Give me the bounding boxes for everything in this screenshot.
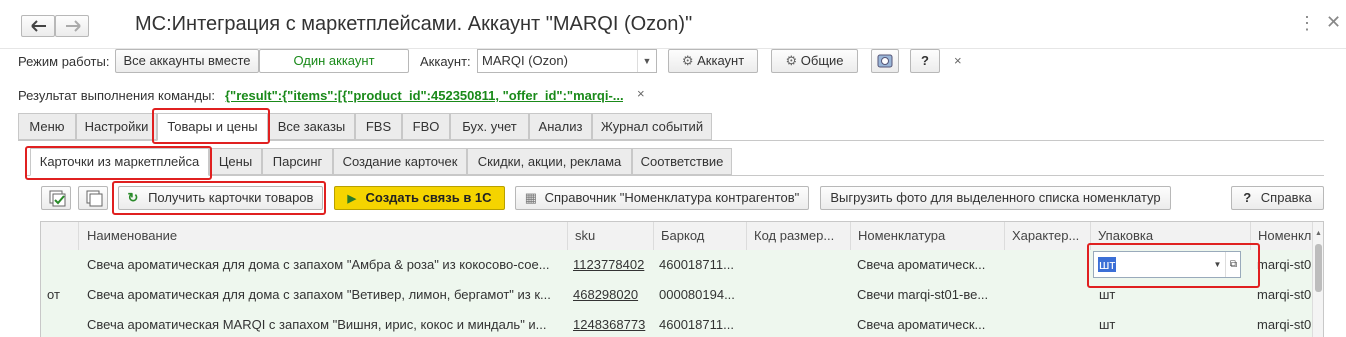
row-name: Свеча ароматическая для дома с запахом "… — [87, 257, 550, 272]
close-mode-icon[interactable]: × — [954, 53, 962, 68]
general-button-label: Общие — [800, 53, 844, 68]
tab-fbs[interactable]: FBS — [355, 113, 402, 140]
window-close-icon[interactable]: ✕ — [1326, 13, 1341, 31]
row-sku[interactable]: 1123778402 — [567, 250, 653, 279]
col-nomenclature-2[interactable]: Номенкл — [1250, 222, 1312, 249]
row-prefix: от — [47, 287, 60, 302]
help-label: Справка — [1260, 190, 1312, 205]
row-barcode: 460018711... — [659, 257, 734, 272]
account-settings-button[interactable]: ⚙ Аккаунт — [668, 49, 758, 73]
tab-analysis[interactable]: Анализ — [529, 113, 592, 140]
upload-photo-label: Выгрузить фото для выделенного списка но… — [830, 190, 1161, 205]
row-nomenclature: Свеча ароматическ... — [857, 317, 986, 332]
gear-icon: ⚙ — [681, 53, 694, 68]
col-barcode[interactable]: Баркод — [653, 222, 746, 249]
get-cards-label: Получить карточки товаров — [148, 190, 314, 205]
scroll-up-icon[interactable]: ▲ — [1315, 230, 1322, 237]
help-button[interactable]: ? Справка — [1231, 186, 1324, 210]
tab-prices[interactable]: Цены — [209, 148, 262, 175]
row-nomenclature-2: marqi-st0 — [1257, 317, 1312, 332]
open-icon[interactable]: ⧉ — [1225, 252, 1241, 277]
camera-icon — [877, 54, 893, 68]
row-packaging: шт — [1099, 317, 1116, 332]
vertical-scrollbar[interactable]: ▲ — [1312, 222, 1323, 337]
tab-create-cards[interactable]: Создание карточек — [333, 148, 467, 175]
more-icon[interactable]: ⋮ — [1298, 14, 1316, 32]
row-nomenclature-2: marqi-st0 — [1257, 257, 1312, 272]
packaging-input[interactable]: шт ▼ ⧉ — [1093, 251, 1241, 278]
tab-fbo[interactable]: FBO — [402, 113, 450, 140]
row-sku[interactable]: 468298020 — [567, 280, 653, 309]
col-sku[interactable]: sku — [567, 222, 653, 249]
uncheck-all-button[interactable] — [78, 186, 108, 210]
dropdown-icon[interactable]: ▼ — [637, 50, 656, 72]
tab-settings[interactable]: Настройки — [76, 113, 157, 140]
tab-all-orders[interactable]: Все заказы — [268, 113, 355, 140]
col-characteristic[interactable]: Характер... — [1004, 222, 1090, 249]
mode-one-account[interactable]: Один аккаунт — [259, 49, 409, 73]
row-barcode: 000080194... — [659, 287, 735, 302]
directory-button[interactable]: ▦ Справочник "Номенклатура контрагентов" — [515, 186, 809, 210]
arrow-left-icon — [31, 20, 46, 32]
col-name[interactable]: Наименование — [79, 222, 567, 249]
row-packaging: шт — [1099, 287, 1116, 302]
tab-menu[interactable]: Меню — [18, 113, 76, 140]
result-label: Результат выполнения команды: — [18, 88, 216, 103]
account-button-label: Аккаунт — [697, 53, 745, 68]
tab-discounts[interactable]: Скидки, акции, реклама — [467, 148, 632, 175]
check-all-button[interactable] — [41, 186, 71, 210]
row-sku[interactable]: 1248368773 — [567, 310, 653, 337]
back-button[interactable] — [21, 15, 55, 37]
account-select[interactable]: MARQI (Ozon) ▼ — [477, 49, 657, 73]
play-icon: ▶ — [347, 193, 356, 205]
copy-list-icon — [86, 190, 103, 207]
account-label: Аккаунт: — [420, 54, 471, 69]
tab-marketplace-cards[interactable]: Карточки из маркетплейса — [30, 148, 209, 176]
upload-photo-button[interactable]: Выгрузить фото для выделенного списка но… — [820, 186, 1171, 210]
tab-accounting[interactable]: Бух. учет — [450, 113, 529, 140]
col-packaging[interactable]: Упаковка — [1090, 222, 1250, 249]
close-result-icon[interactable]: × — [637, 86, 645, 101]
row-nomenclature-2: marqi-st0 — [1257, 287, 1312, 302]
row-nomenclature: Свечи marqi-st01-ве... — [857, 287, 989, 302]
directory-label: Справочник "Номенклатура контрагентов" — [544, 190, 800, 205]
get-cards-button[interactable]: ↻ Получить карточки товаров — [118, 186, 323, 210]
mode-label: Режим работы: — [18, 54, 110, 69]
row-nomenclature: Свеча ароматическ... — [857, 257, 986, 272]
check-list-icon — [49, 190, 66, 207]
tab-matching[interactable]: Соответствие — [632, 148, 732, 175]
mode-all-accounts[interactable]: Все аккаунты вместе — [115, 49, 259, 73]
tab-event-log[interactable]: Журнал событий — [592, 113, 712, 140]
gear-icon: ⚙ — [785, 53, 798, 68]
grid: Наименование sku Баркод Код размер... Но… — [40, 221, 1324, 337]
sub-tabs-baseline — [27, 175, 1324, 176]
help-icon: ? — [1243, 190, 1252, 205]
window-title: МС:Интеграция с маркетплейсами. Аккаунт … — [135, 13, 693, 35]
table-icon: ▦ — [524, 190, 537, 205]
forward-button[interactable] — [55, 15, 89, 37]
create-link-button[interactable]: ▶ Создать связь в 1С — [334, 186, 505, 210]
arrow-right-icon — [66, 20, 81, 32]
row-name: Свеча ароматическая для дома с запахом "… — [87, 287, 551, 302]
create-link-label: Создать связь в 1С — [365, 190, 492, 205]
col-size-code[interactable]: Код размер... — [746, 222, 850, 249]
packaging-input-value: шт — [1098, 257, 1117, 272]
camera-button[interactable] — [871, 49, 899, 73]
dropdown-icon[interactable]: ▼ — [1210, 252, 1225, 277]
tab-goods-prices[interactable]: Товары и цены — [157, 113, 268, 141]
account-select-value: MARQI (Ozon) — [482, 53, 568, 68]
col-nomenclature[interactable]: Номенклатура — [850, 222, 1004, 249]
row-barcode: 460018711... — [659, 317, 734, 332]
row-name: Свеча ароматическая MARQI с запахом "Виш… — [87, 317, 547, 332]
general-settings-button[interactable]: ⚙ Общие — [771, 49, 858, 73]
result-value[interactable]: {"result":{"items":[{"product_id":452350… — [225, 88, 623, 103]
refresh-icon: ↻ — [127, 190, 139, 205]
help-question-button[interactable]: ? — [910, 49, 940, 73]
scrollbar-thumb[interactable] — [1315, 244, 1322, 292]
tab-parsing[interactable]: Парсинг — [262, 148, 333, 175]
